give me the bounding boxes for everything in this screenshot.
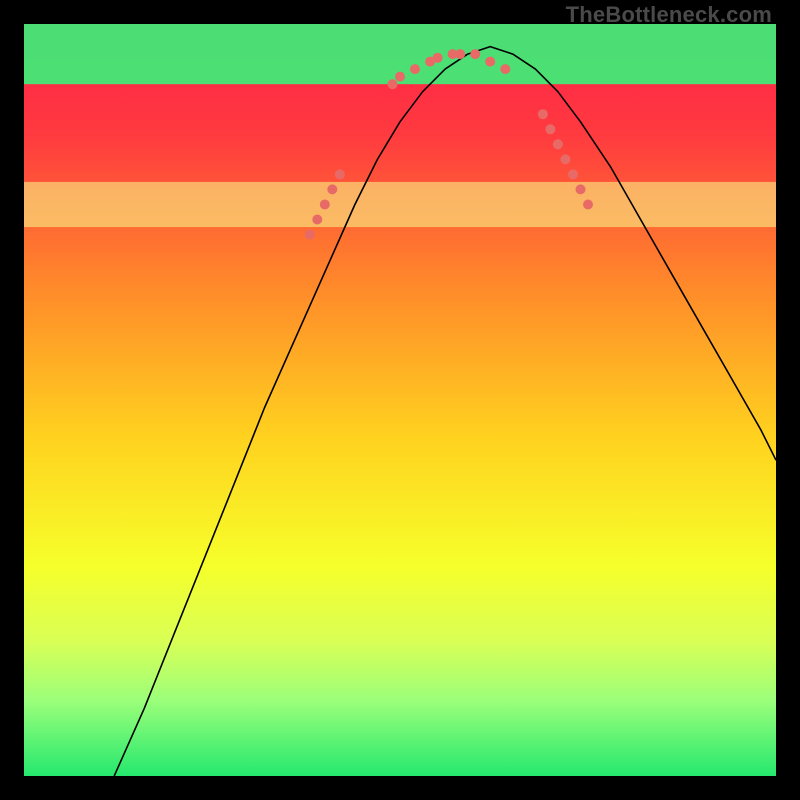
marker-point (388, 79, 398, 89)
marker-point (433, 53, 443, 63)
chart-frame (24, 24, 776, 776)
band-0 (24, 182, 776, 227)
marker-point (553, 139, 563, 149)
marker-point (485, 57, 495, 67)
watermark-text: TheBottleneck.com (566, 2, 772, 28)
marker-point (568, 169, 578, 179)
marker-point (335, 169, 345, 179)
marker-point (576, 184, 586, 194)
marker-point (500, 64, 510, 74)
bottleneck-curve-chart (24, 24, 776, 776)
marker-point (538, 109, 548, 119)
marker-point (312, 215, 322, 225)
chart-background (24, 24, 776, 776)
marker-point (305, 230, 315, 240)
marker-point (320, 200, 330, 210)
marker-point (327, 184, 337, 194)
marker-point (560, 154, 570, 164)
marker-point (410, 64, 420, 74)
marker-point (470, 49, 480, 59)
marker-point (395, 72, 405, 82)
marker-point (583, 200, 593, 210)
marker-point (455, 49, 465, 59)
marker-point (545, 124, 555, 134)
